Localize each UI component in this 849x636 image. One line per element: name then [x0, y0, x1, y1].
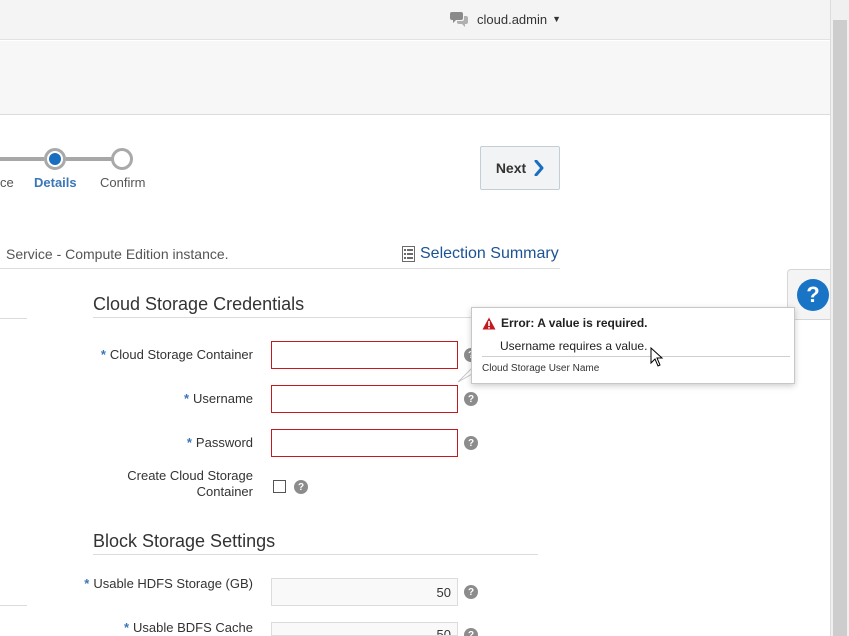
train-connector: [0, 157, 44, 161]
next-button-label: Next: [495, 160, 527, 176]
error-popup: Error: A value is required. Username req…: [471, 307, 795, 384]
section-title-block-storage: Block Storage Settings: [93, 531, 276, 551]
chevron-right-icon: [534, 160, 544, 176]
bdfs-cache-input[interactable]: [271, 622, 458, 636]
top-bar: cloud.admin ▼: [0, 0, 830, 40]
required-marker: *: [100, 347, 106, 362]
password-input[interactable]: [271, 429, 458, 457]
scrollbar-thumb[interactable]: [833, 20, 847, 636]
required-marker: *: [186, 435, 192, 450]
field-hint: Cloud Storage User Name: [482, 363, 600, 374]
divider: [0, 268, 560, 269]
vertical-scrollbar[interactable]: [830, 0, 849, 636]
divider: [0, 605, 27, 606]
container-input[interactable]: [271, 341, 458, 369]
user-menu[interactable]: cloud.admin ▼: [450, 11, 561, 27]
train-label-confirm[interactable]: Confirm: [100, 175, 146, 190]
error-popup-message: Username requires a value.: [500, 339, 648, 353]
divider: [482, 356, 790, 357]
username-label: * Username: [183, 391, 253, 406]
required-marker: *: [123, 620, 130, 635]
mouse-cursor-icon: [650, 347, 664, 367]
username-input[interactable]: [271, 385, 458, 413]
train-label-previous[interactable]: ce: [0, 175, 14, 190]
section-divider: [93, 554, 538, 555]
password-label: * Password: [186, 435, 253, 450]
train-connector: [66, 157, 112, 161]
section-title-credentials: Cloud Storage Credentials: [93, 294, 305, 314]
train-label-details[interactable]: Details: [34, 175, 77, 190]
divider: [0, 318, 27, 319]
help-icon[interactable]: ?: [464, 585, 478, 599]
username-label: cloud.admin: [477, 11, 548, 27]
container-label: * Cloud Storage Container: [100, 347, 253, 362]
error-popup-title: Error: A value is required.: [482, 316, 648, 330]
chat-icon: [450, 12, 468, 27]
selection-summary-link[interactable]: Selection Summary: [402, 245, 559, 263]
required-marker: *: [84, 576, 90, 591]
hdfs-storage-input[interactable]: [271, 578, 458, 606]
selection-summary-label: Selection Summary: [420, 245, 559, 262]
next-button[interactable]: Next: [480, 146, 560, 190]
help-icon[interactable]: ?: [464, 392, 478, 406]
help-button[interactable]: ?: [797, 279, 829, 311]
help-icon[interactable]: ?: [464, 628, 478, 636]
train-stop-confirm[interactable]: [111, 148, 133, 170]
list-icon: [402, 246, 415, 262]
train-stop-details[interactable]: [44, 148, 66, 170]
create-container-label: Create Cloud Storage Container: [127, 468, 253, 499]
create-container-checkbox[interactable]: [273, 480, 286, 493]
header-band: [0, 41, 830, 115]
help-icon[interactable]: ?: [294, 480, 308, 494]
required-marker: *: [183, 391, 190, 406]
chevron-down-icon: ▼: [552, 14, 562, 24]
warning-icon: [482, 317, 496, 329]
page-description: Service - Compute Edition instance.: [6, 246, 229, 262]
hdfs-storage-label: * Usable HDFS Storage (GB): [84, 576, 253, 591]
bdfs-cache-label: * Usable BDFS Cache: [123, 620, 253, 635]
help-icon[interactable]: ?: [464, 436, 478, 450]
